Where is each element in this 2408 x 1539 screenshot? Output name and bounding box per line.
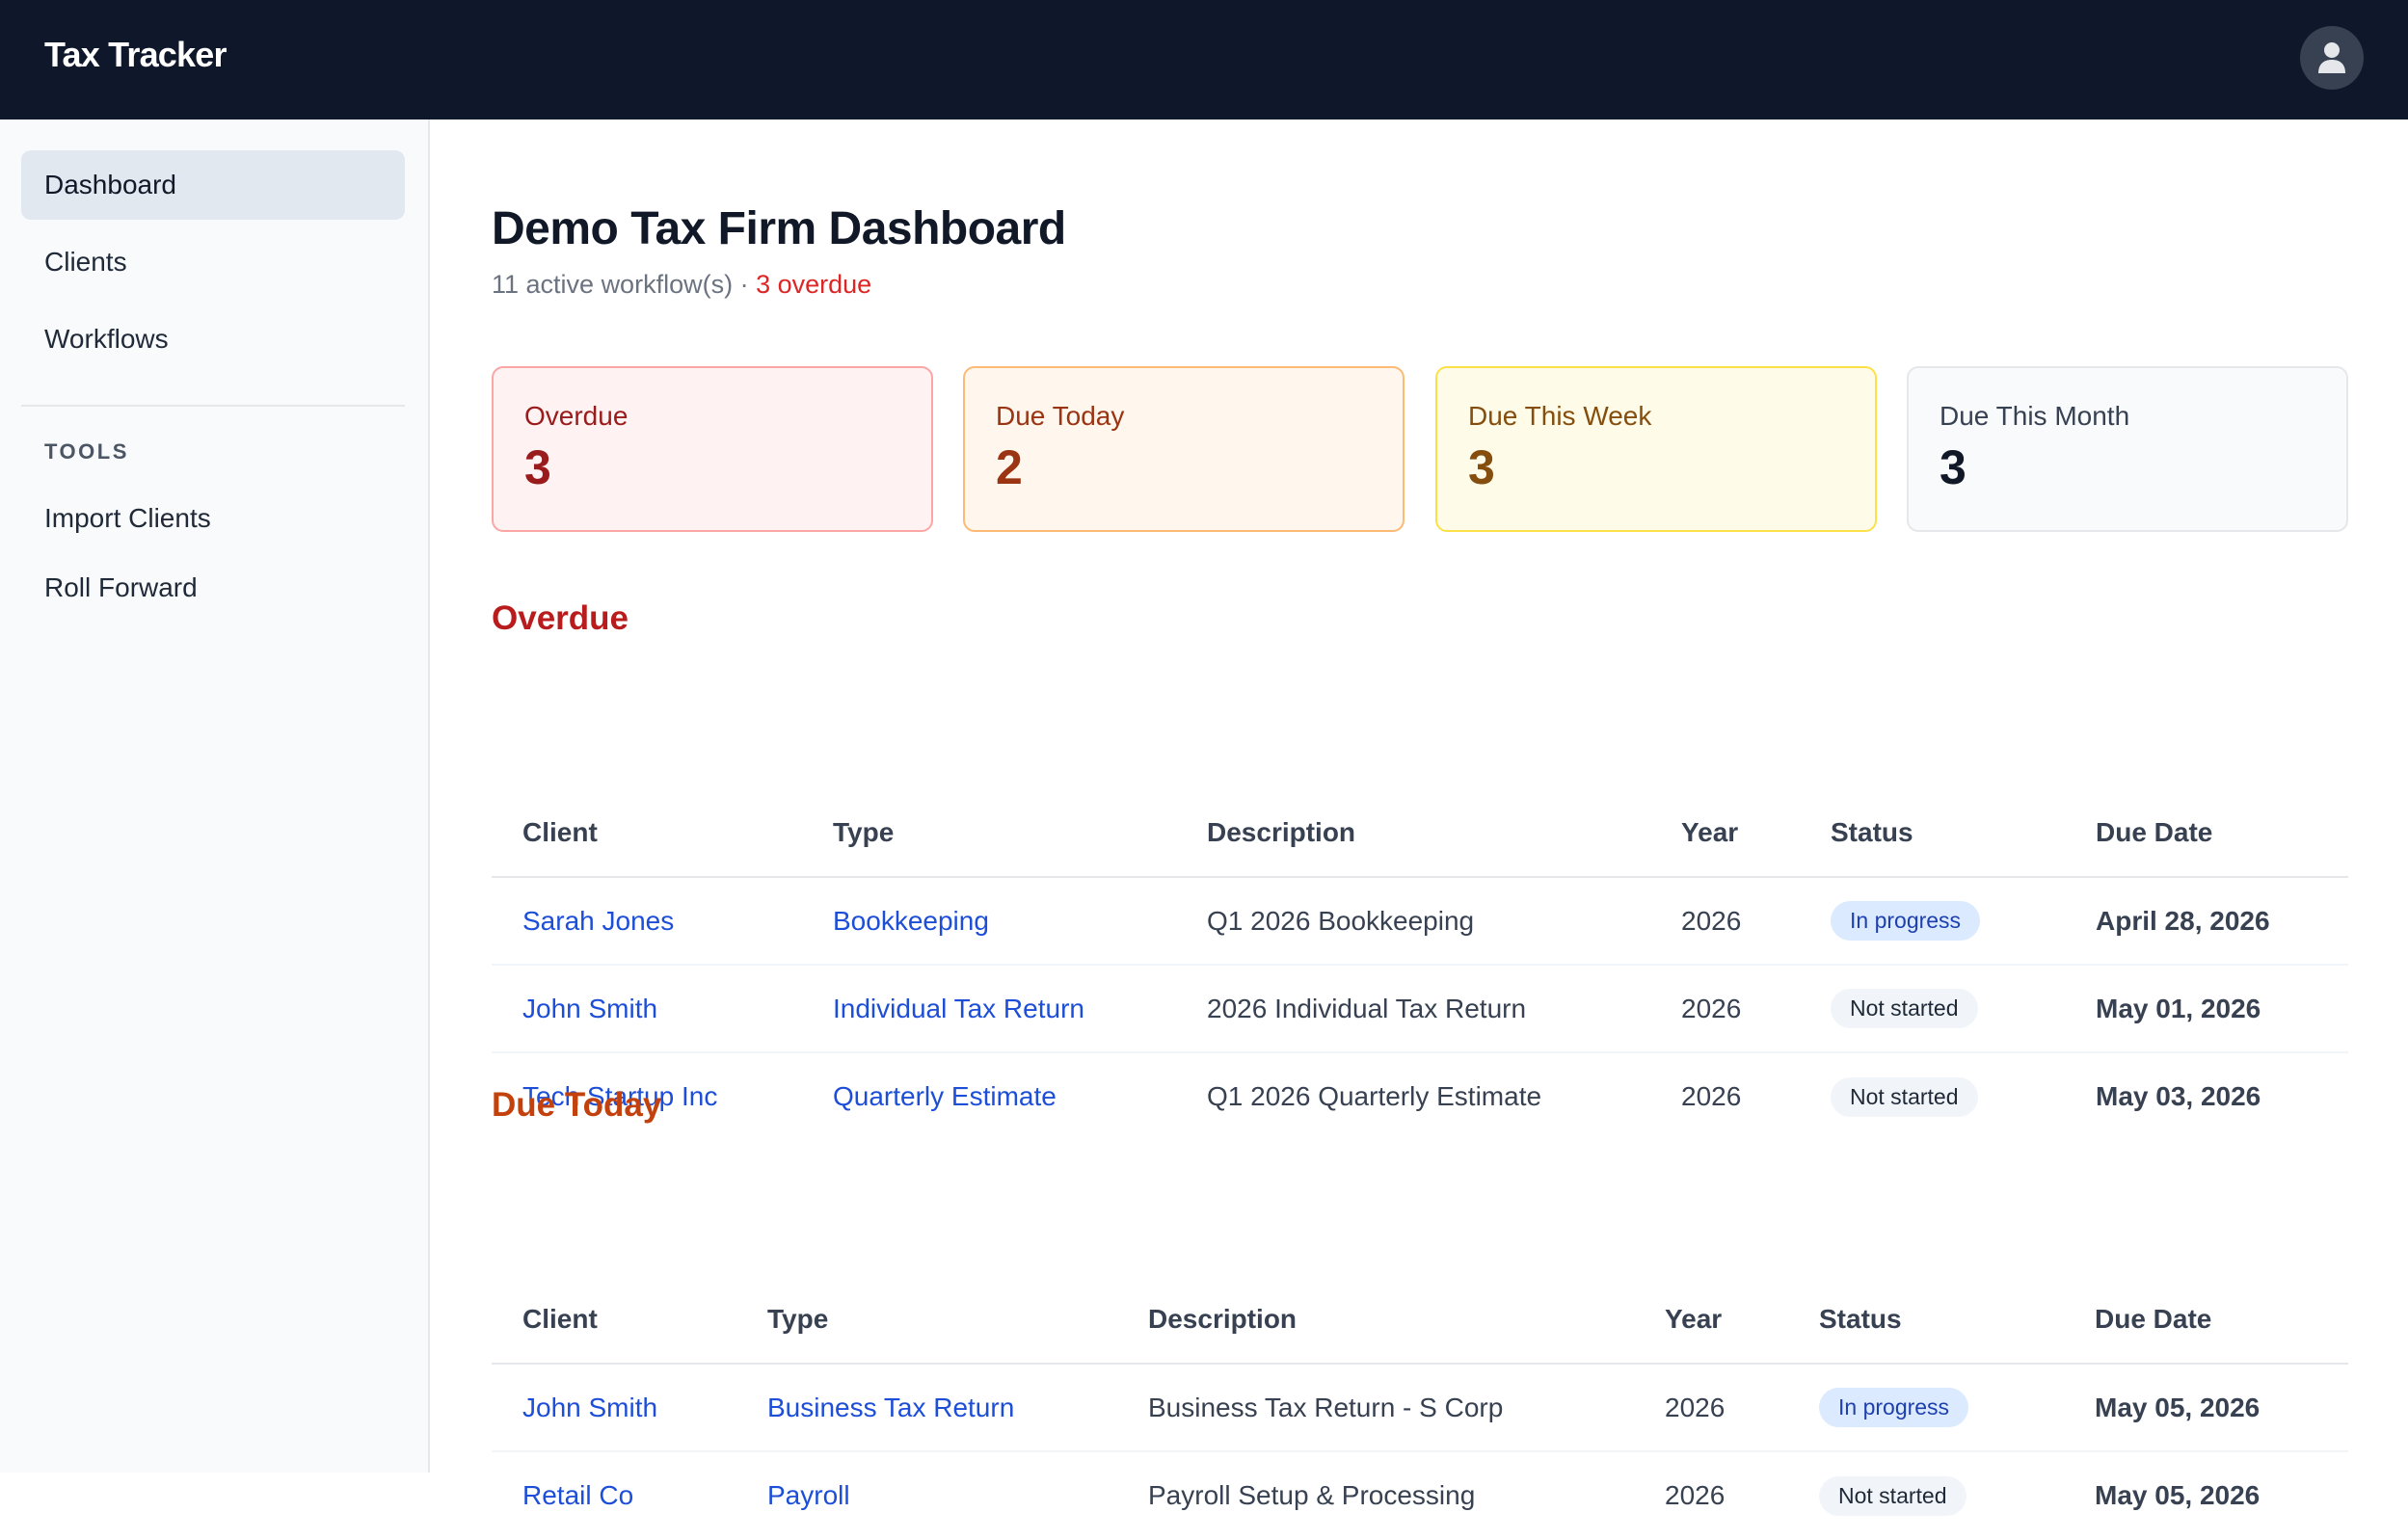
year-cell: 2026 <box>1634 1364 1788 1452</box>
table-header-row: Client Type Description Year Status Due … <box>492 1275 2348 1365</box>
due-today-table: Client Type Description Year Status Due … <box>492 1275 2348 1539</box>
card-value: 2 <box>996 440 1023 494</box>
summary-card-due-today[interactable]: Due Today 2 <box>963 366 1405 532</box>
status-badge: Not started <box>1831 1076 1978 1117</box>
client-link[interactable]: John Smith <box>522 1393 657 1422</box>
table-row: John Smith Individual Tax Return 2026 In… <box>492 965 2348 1053</box>
col-header-description: Description <box>1117 1275 1634 1365</box>
card-value: 3 <box>524 440 551 494</box>
active-workflows-count: 11 active workflow(s) · <box>492 270 757 299</box>
description-cell: Payroll Setup & Processing <box>1148 1480 1476 1510</box>
type-cell: Quarterly Estimate <box>802 1052 1176 1140</box>
due-date-cell: May 05, 2026 <box>2095 1480 2261 1510</box>
col-header-due-date: Due Date <box>2064 1275 2348 1365</box>
due-date-cell: May 03, 2026 <box>2096 1081 2261 1111</box>
table-row: John Smith Business Tax Return Business … <box>492 1364 2348 1452</box>
status-cell: In progress <box>1788 1364 2064 1452</box>
status-badge: Not started <box>1831 989 1978 1028</box>
card-label: Due Today <box>996 401 1125 431</box>
sidebar: Dashboard Clients Workflows TOOLS Import… <box>0 119 430 1473</box>
col-header-type: Type <box>736 1275 1117 1365</box>
description-cell: 2026 Individual Tax Return <box>1176 965 1650 1053</box>
status-badge: In progress <box>1831 901 1981 941</box>
type-cell: Business Tax Return <box>736 1364 1117 1452</box>
client-cell: Sarah Jones <box>492 877 802 966</box>
card-value: 3 <box>1940 440 1967 494</box>
col-header-client: Client <box>492 788 802 878</box>
year-cell: 2026 <box>1650 877 1800 966</box>
col-header-year: Year <box>1634 1275 1788 1365</box>
workflow-type-link[interactable]: Business Tax Return <box>767 1393 1014 1422</box>
description-cell: Q1 2026 Quarterly Estimate <box>1207 1081 1542 1111</box>
sidebar-divider <box>21 405 405 407</box>
status-cell: Not started <box>1800 1052 2065 1140</box>
description-cell: Business Tax Return - S Corp <box>1117 1364 1634 1452</box>
client-link[interactable]: John Smith <box>522 994 657 1023</box>
client-link[interactable]: Retail Co <box>522 1480 633 1510</box>
workflow-type-link[interactable]: Payroll <box>767 1480 850 1510</box>
sidebar-item-dashboard[interactable]: Dashboard <box>21 150 405 220</box>
main-content: Demo Tax Firm Dashboard 11 active workfl… <box>432 119 2408 1516</box>
sidebar-item-workflows[interactable]: Workflows <box>21 305 405 374</box>
app-title[interactable]: Tax Tracker <box>44 35 227 75</box>
due-date-cell: May 05, 2026 <box>2064 1364 2348 1452</box>
workflow-type-link[interactable]: Bookkeeping <box>833 906 989 936</box>
col-header-status: Status <box>1788 1275 2064 1365</box>
col-header-due-date: Due Date <box>2065 788 2348 878</box>
table-header-row: Client Type Description Year Status Due … <box>492 788 2348 878</box>
page-title: Demo Tax Firm Dashboard <box>492 203 1066 254</box>
section-title-due-today: Due Today <box>492 1086 662 1124</box>
year-cell: 2026 <box>1681 1081 1742 1111</box>
overdue-count: 3 overdue <box>756 270 872 299</box>
top-nav-bar: Tax Tracker <box>0 0 2408 119</box>
sidebar-item-import-clients[interactable]: Import Clients <box>21 484 405 553</box>
client-cell: John Smith <box>492 965 802 1053</box>
summary-card-due-this-month[interactable]: Due This Month 3 <box>1907 366 2348 532</box>
status-badge: In progress <box>1819 1388 1969 1427</box>
due-date-cell: May 01, 2026 <box>2065 965 2348 1053</box>
client-cell: John Smith <box>492 1364 736 1452</box>
col-header-year: Year <box>1650 788 1800 878</box>
card-label: Due This Week <box>1468 401 1652 431</box>
workflow-type-link[interactable]: Individual Tax Return <box>833 994 1084 1023</box>
card-label: Due This Month <box>1940 401 2130 431</box>
type-cell: Payroll <box>736 1451 1117 1539</box>
summary-card-overdue[interactable]: Overdue 3 <box>492 366 933 532</box>
sidebar-item-clients[interactable]: Clients <box>21 227 405 297</box>
client-cell: Retail Co <box>492 1451 736 1539</box>
status-cell: Not started <box>1788 1451 2064 1539</box>
type-cell: Bookkeeping <box>802 877 1176 966</box>
user-avatar-button[interactable] <box>2300 26 2364 90</box>
sidebar-item-roll-forward[interactable]: Roll Forward <box>21 553 405 623</box>
year-cell: 2026 <box>1650 965 1800 1053</box>
col-header-description: Description <box>1176 788 1650 878</box>
section-title-overdue: Overdue <box>492 599 629 637</box>
user-icon <box>2318 42 2345 73</box>
col-header-status: Status <box>1800 788 2065 878</box>
col-header-client: Client <box>492 1275 736 1365</box>
col-header-type: Type <box>802 788 1176 878</box>
table-row: Tech Startup Inc Quarterly Estimate Q1 2… <box>492 1052 2348 1140</box>
summary-card-due-this-week[interactable]: Due This Week 3 <box>1435 366 1877 532</box>
overdue-table: Client Type Description Year Status Due … <box>492 788 2348 1140</box>
sidebar-section-tools: TOOLS <box>44 439 129 464</box>
table-row: Sarah Jones Bookkeeping Q1 2026 Bookkeep… <box>492 877 2348 966</box>
status-badge: Not started <box>1819 1475 1967 1516</box>
status-cell: In progress <box>1800 877 2065 966</box>
page-subtitle: 11 active workflow(s) · 3 overdue <box>492 270 871 300</box>
status-cell: Not started <box>1800 965 2065 1053</box>
due-date-cell: April 28, 2026 <box>2065 877 2348 966</box>
description-cell: Q1 2026 Bookkeeping <box>1176 877 1650 966</box>
client-link[interactable]: Sarah Jones <box>522 906 674 936</box>
year-cell: 2026 <box>1665 1480 1726 1510</box>
workflow-type-link[interactable]: Quarterly Estimate <box>833 1081 1057 1111</box>
card-label: Overdue <box>524 401 629 431</box>
table-row: Retail Co Payroll Payroll Setup & Proces… <box>492 1451 2348 1539</box>
type-cell: Individual Tax Return <box>802 965 1176 1053</box>
card-value: 3 <box>1468 440 1495 494</box>
